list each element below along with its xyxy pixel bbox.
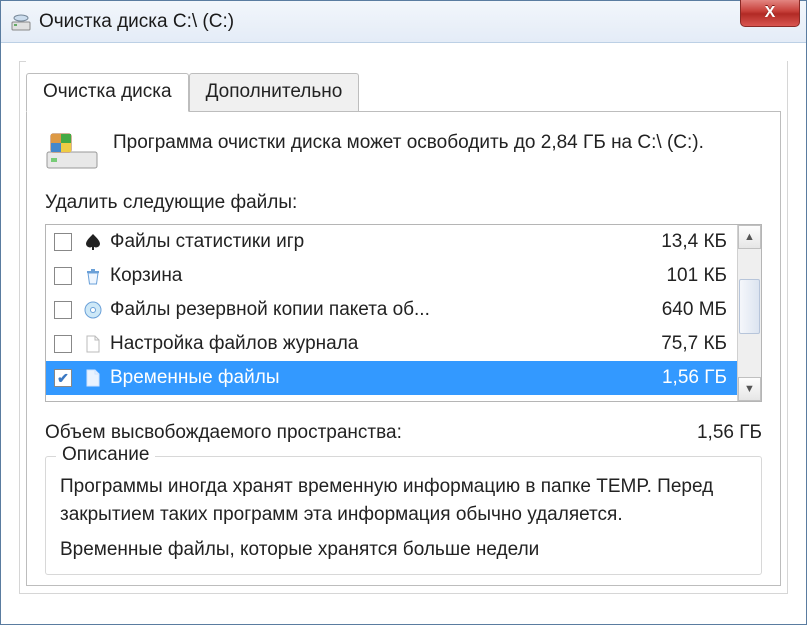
file-checkbox[interactable] bbox=[54, 301, 72, 319]
file-label: Настройка файлов журнала bbox=[110, 333, 649, 355]
file-size: 75,7 КБ bbox=[649, 333, 727, 355]
close-button[interactable]: X bbox=[740, 0, 800, 27]
files-list: Файлы статистики игр13,4 КБКорзина101 КБ… bbox=[45, 224, 762, 402]
file-size: 1,56 ГБ bbox=[650, 367, 727, 389]
window-title: Очистка диска C:\ (C:) bbox=[39, 11, 234, 33]
content: Очистка диска Дополнительно bbox=[1, 43, 806, 594]
file-row[interactable]: ✔ Временные файлы1,56 ГБ bbox=[46, 361, 737, 395]
file-label: Временные файлы bbox=[110, 367, 650, 389]
scroll-down-button[interactable]: ▼ bbox=[738, 377, 761, 401]
tab-panel-cleanup: Программа очистки диска может освободить… bbox=[26, 111, 781, 586]
file-checkbox[interactable]: ✔ bbox=[54, 369, 72, 387]
file-label: Файлы статистики игр bbox=[110, 231, 649, 253]
spade-icon bbox=[82, 231, 104, 253]
file-row[interactable]: Файлы статистики игр13,4 КБ bbox=[46, 225, 737, 259]
file-size: 640 МБ bbox=[650, 299, 727, 321]
tab-more-options[interactable]: Дополнительно bbox=[189, 73, 360, 111]
description-body-1: Программы иногда хранят временную информ… bbox=[60, 473, 747, 528]
intro-text: Программа очистки диска может освободить… bbox=[113, 130, 704, 157]
description-group: Описание Программы иногда хранят временн… bbox=[45, 456, 762, 575]
recycle-icon bbox=[82, 265, 104, 287]
disc-icon bbox=[82, 299, 104, 321]
intro-row: Программа очистки диска может освободить… bbox=[45, 130, 762, 172]
description-body-2: Временные файлы, которые хранятся больше… bbox=[60, 536, 747, 564]
page-icon bbox=[82, 333, 104, 355]
file-checkbox[interactable] bbox=[54, 267, 72, 285]
file-checkbox[interactable] bbox=[54, 233, 72, 251]
total-label: Объем высвобождаемого пространства: bbox=[45, 422, 697, 444]
file-size: 13,4 КБ bbox=[649, 231, 727, 253]
files-list-heading: Удалить следующие файлы: bbox=[45, 192, 762, 214]
file-row[interactable]: Файлы резервной копии пакета об...640 МБ bbox=[46, 293, 737, 327]
file-row[interactable]: Корзина101 КБ bbox=[46, 259, 737, 293]
scroll-thumb[interactable] bbox=[739, 279, 760, 334]
total-row: Объем высвобождаемого пространства: 1,56… bbox=[45, 422, 762, 444]
file-label: Корзина bbox=[110, 265, 654, 287]
description-title: Описание bbox=[56, 444, 155, 466]
tab-cleanup[interactable]: Очистка диска bbox=[26, 73, 189, 112]
scroll-up-button[interactable]: ▲ bbox=[738, 225, 761, 249]
file-row[interactable]: Настройка файлов журнала75,7 КБ bbox=[46, 327, 737, 361]
page-icon bbox=[82, 367, 104, 389]
file-checkbox[interactable] bbox=[54, 335, 72, 353]
drive-icon bbox=[45, 130, 99, 172]
tab-strip: Очистка диска Дополнительно bbox=[26, 61, 787, 111]
file-size: 101 КБ bbox=[654, 265, 727, 287]
disk-cleanup-window: Очистка диска C:\ (C:) X Очистка диска Д… bbox=[0, 0, 807, 625]
total-value: 1,56 ГБ bbox=[697, 422, 762, 444]
close-icon: X bbox=[765, 4, 776, 22]
file-label: Файлы резервной копии пакета об... bbox=[110, 299, 650, 321]
scrollbar[interactable]: ▲ ▼ bbox=[737, 225, 761, 401]
dialog-frame: Очистка диска Дополнительно bbox=[19, 61, 788, 594]
titlebar: Очистка диска C:\ (C:) X bbox=[1, 1, 806, 43]
scroll-track[interactable] bbox=[738, 249, 761, 377]
app-icon bbox=[11, 12, 31, 32]
